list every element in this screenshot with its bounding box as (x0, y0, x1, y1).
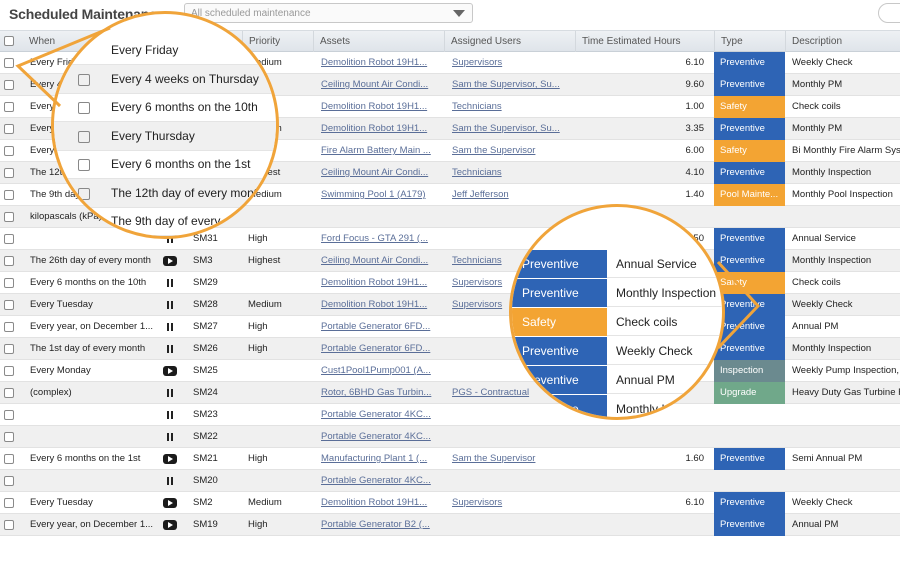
pointer-type (716, 260, 761, 350)
magnifier-pointers (15, 26, 761, 350)
pointer-when (15, 26, 111, 108)
